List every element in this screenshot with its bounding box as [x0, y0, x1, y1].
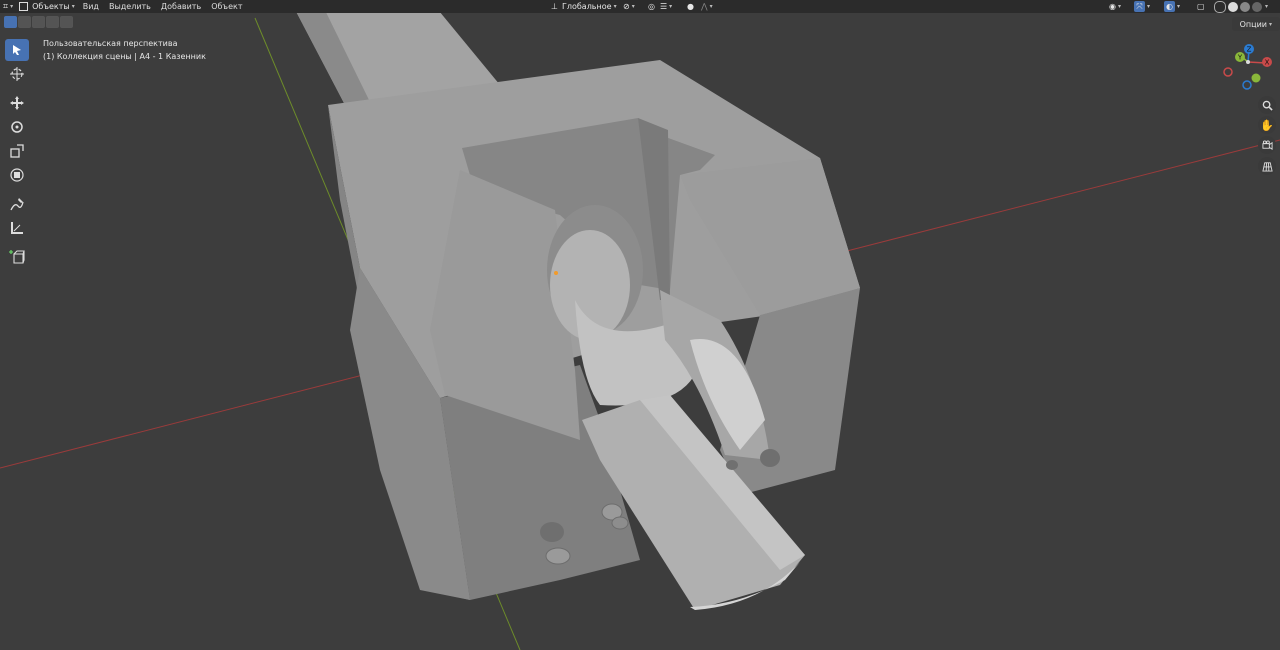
wireframe-shading-icon[interactable] [1214, 0, 1226, 13]
material-shading-icon[interactable] [1240, 1, 1250, 12]
measure-tool[interactable] [5, 217, 29, 239]
orientation-icon: ⊥ [551, 2, 558, 11]
mode-label: Объекты [32, 2, 70, 11]
collection-info: (1) Коллекция сцены | A4 - 1 Казенник [43, 52, 206, 61]
viewport-header: ⌗ ▾ Объекты ▾ Вид Выделить Добавить Объек… [0, 0, 1280, 13]
snap-target-icon: ☰ [660, 2, 668, 11]
xray-icon: ▢ [1197, 2, 1205, 11]
chevron-down-icon: ▾ [709, 3, 713, 10]
transform-orientation-dropdown[interactable]: ⊥ Глобальное ▾ [548, 0, 620, 13]
xray-toggle[interactable]: ▢ [1194, 0, 1208, 13]
cursor-tool[interactable] [5, 63, 29, 85]
proportional-edit-toggle[interactable]: ● [684, 0, 697, 13]
screw [611, 516, 629, 530]
proportional-icon: ● [687, 2, 694, 11]
chevron-down-icon: ▾ [71, 3, 75, 10]
annotate-tool[interactable] [5, 193, 29, 215]
transform-icon [10, 168, 24, 182]
selection-mode-row [0, 15, 74, 29]
select-extend-icon[interactable] [18, 16, 31, 28]
gizmo-x-label: X [1265, 59, 1270, 67]
camera-icon [1261, 139, 1273, 150]
add-cube-icon [9, 250, 25, 264]
select-box-tool[interactable] [5, 39, 29, 61]
gizmo-z-label: Z [1247, 46, 1252, 54]
gizmo-icon: ⤧ [1134, 1, 1145, 12]
rotate-icon [11, 121, 23, 133]
crosshair-icon [10, 67, 24, 81]
hole [726, 460, 738, 470]
chevron-down-icon: ▾ [1268, 20, 1272, 28]
editor-type-icon: ⌗ [3, 1, 9, 12]
transform-tool[interactable] [5, 164, 29, 186]
rotate-tool[interactable] [5, 116, 29, 138]
move-arrows-icon [10, 96, 24, 110]
scale-icon [10, 144, 24, 158]
link-icon: ⊘ [623, 2, 630, 11]
tool-shelf [5, 39, 31, 270]
menu-add[interactable]: Добавить [156, 2, 206, 11]
shading-buttons: ▾ [1210, 0, 1271, 13]
zoom-button[interactable] [1258, 96, 1276, 114]
cursor-arrow-icon [13, 45, 21, 55]
gizmo-y-label: Y [1237, 54, 1243, 62]
scale-tool[interactable] [5, 140, 29, 162]
gizmo-neg-y [1251, 73, 1261, 83]
gizmo-neg-z [1242, 80, 1252, 90]
chevron-down-icon: ▾ [669, 3, 673, 10]
hole [540, 522, 564, 542]
pan-button[interactable]: ✋ [1258, 116, 1276, 134]
perspective-toggle-button[interactable] [1258, 157, 1276, 175]
grid-icon [1261, 161, 1273, 172]
chevron-down-icon: ▾ [1147, 3, 1151, 10]
rendered-shading-icon[interactable] [1252, 1, 1262, 12]
chevron-down-icon: ▾ [613, 3, 617, 10]
pencil-icon [10, 198, 24, 211]
hole [760, 449, 780, 467]
chevron-down-icon: ▾ [1117, 3, 1121, 10]
falloff-button[interactable]: ⋀ ▾ [698, 0, 716, 13]
chevron-down-icon[interactable]: ▾ [1265, 3, 1268, 10]
mode-selector[interactable]: Объекты ▾ [16, 0, 78, 13]
chevron-down-icon: ▾ [1177, 3, 1181, 10]
eye-icon: ◉ [1109, 2, 1116, 11]
gizmo-toggle[interactable]: ⤧ ▾ [1131, 0, 1153, 13]
overlays-toggle[interactable]: ◐ ▾ [1161, 0, 1183, 13]
select-invert-icon[interactable] [46, 16, 59, 28]
visibility-button[interactable]: ◉ ▾ [1106, 0, 1124, 13]
object-mode-icon [19, 2, 29, 11]
select-subtract-icon[interactable] [32, 16, 45, 28]
falloff-icon: ⋀ [701, 2, 708, 11]
menu-object[interactable]: Объект [206, 2, 247, 11]
editor-type-button[interactable]: ⌗ ▾ [0, 0, 16, 13]
orientation-label: Глобальное [561, 2, 612, 11]
options-button[interactable]: Опции ▾ [1231, 17, 1280, 31]
overlays-icon: ◐ [1164, 1, 1175, 12]
snap-target-button[interactable]: ☰ ▾ [657, 0, 675, 13]
options-label: Опции [1239, 19, 1267, 29]
magnifier-icon [1262, 100, 1273, 111]
viewport-3d[interactable] [0, 0, 1280, 650]
select-intersect-icon[interactable] [60, 16, 73, 28]
gizmo-neg-x [1223, 67, 1233, 77]
ruler-icon [11, 222, 23, 234]
pivot-point-button[interactable]: ⊘ ▾ [620, 0, 638, 13]
navigation-gizmo[interactable]: Z X Y [1218, 42, 1280, 94]
snap-icon: ◎ [648, 2, 655, 11]
screw [545, 547, 571, 565]
chevron-down-icon: ▾ [10, 3, 14, 10]
menu-select[interactable]: Выделить [104, 2, 156, 11]
view-name: Пользовательская перспектива [43, 39, 178, 48]
add-cube-tool[interactable] [5, 246, 29, 268]
object-origin [554, 271, 558, 275]
solid-shading-icon[interactable] [1228, 1, 1238, 12]
chevron-down-icon: ▾ [631, 3, 635, 10]
menu-view[interactable]: Вид [78, 2, 104, 11]
hand-icon: ✋ [1260, 118, 1274, 132]
camera-view-button[interactable] [1258, 136, 1276, 154]
move-tool[interactable] [5, 92, 29, 114]
select-new-icon[interactable] [4, 16, 17, 28]
